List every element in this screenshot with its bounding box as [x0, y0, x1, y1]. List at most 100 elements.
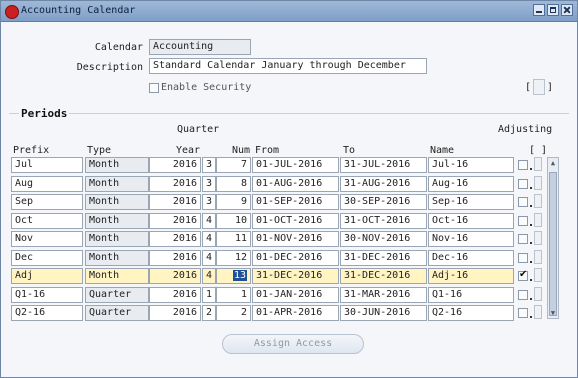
cell-from[interactable]: 01-OCT-2016 [252, 213, 339, 229]
cell-prefix[interactable]: Q2-16 [11, 305, 83, 321]
row-dff-field[interactable] [534, 157, 542, 171]
cell-prefix[interactable]: Jul [11, 157, 83, 173]
row-dff-field[interactable] [534, 176, 542, 190]
adjusting-checkbox[interactable] [518, 269, 528, 281]
cell-quarter[interactable]: 3 [202, 194, 216, 210]
description-field[interactable]: Standard Calendar January through Decemb… [149, 58, 427, 74]
cell-quarter[interactable]: 4 [202, 231, 216, 247]
cell-quarter[interactable]: 4 [202, 268, 216, 284]
cell-num[interactable]: 10 [216, 213, 251, 229]
cell-prefix[interactable]: Sep [11, 194, 83, 210]
row-dff-field[interactable] [534, 268, 542, 282]
cell-type[interactable]: Quarter [85, 287, 149, 303]
cell-to[interactable]: 30-SEP-2016 [340, 194, 427, 210]
enable-security-checkbox[interactable] [149, 83, 159, 93]
cell-quarter[interactable]: 2 [202, 305, 216, 321]
row-dff-field[interactable] [534, 305, 542, 319]
cell-num[interactable]: 13 [216, 268, 251, 284]
adjusting-checkbox[interactable] [518, 216, 528, 226]
cell-type[interactable]: Month [85, 176, 149, 192]
cell-name[interactable]: Aug-16 [428, 176, 514, 192]
adjusting-checkbox[interactable] [518, 253, 528, 263]
close-icon[interactable] [561, 4, 573, 16]
cell-name[interactable]: Jul-16 [428, 157, 514, 173]
adjusting-checkbox[interactable] [518, 160, 528, 170]
cell-name[interactable]: Oct-16 [428, 213, 514, 229]
cell-name[interactable]: Q1-16 [428, 287, 514, 303]
cell-num[interactable]: 11 [216, 231, 251, 247]
cell-quarter[interactable]: 3 [202, 176, 216, 192]
cell-quarter[interactable]: 4 [202, 250, 216, 266]
cell-type[interactable]: Quarter [85, 305, 149, 321]
cell-quarter[interactable]: 3 [202, 157, 216, 173]
adjusting-checkbox[interactable] [518, 197, 528, 207]
adjusting-checkbox[interactable] [518, 234, 528, 244]
adjusting-checkbox[interactable] [518, 290, 528, 300]
cell-num[interactable]: 9 [216, 194, 251, 210]
cell-year[interactable]: 2016 [149, 231, 201, 247]
cell-quarter[interactable]: 4 [202, 213, 216, 229]
cell-num[interactable]: 12 [216, 250, 251, 266]
cell-year[interactable]: 2016 [149, 287, 201, 303]
cell-from[interactable]: 01-DEC-2016 [252, 250, 339, 266]
row-dff-field[interactable] [534, 287, 542, 301]
cell-to[interactable]: 31-MAR-2016 [340, 287, 427, 303]
calendar-field[interactable]: Accounting [149, 39, 251, 55]
adjusting-checkbox[interactable] [518, 308, 528, 318]
cell-to[interactable]: 31-AUG-2016 [340, 176, 427, 192]
cell-quarter[interactable]: 1 [202, 287, 216, 303]
cell-from[interactable]: 01-APR-2016 [252, 305, 339, 321]
cell-to[interactable]: 30-JUN-2016 [340, 305, 427, 321]
cell-to[interactable]: 31-DEC-2016 [340, 250, 427, 266]
cell-prefix[interactable]: Dec [11, 250, 83, 266]
cell-year[interactable]: 2016 [149, 176, 201, 192]
cell-to[interactable]: 31-DEC-2016 [340, 268, 427, 284]
header-dff-field[interactable] [533, 79, 545, 95]
adjusting-checkbox[interactable] [518, 179, 528, 189]
assign-access-button[interactable]: Assign Access [222, 334, 364, 354]
cell-type[interactable]: Month [85, 194, 149, 210]
cell-name[interactable]: Sep-16 [428, 194, 514, 210]
cell-from[interactable]: 01-NOV-2016 [252, 231, 339, 247]
scroll-down-icon[interactable]: ▼ [548, 308, 558, 318]
cell-type[interactable]: Month [85, 231, 149, 247]
row-dff-field[interactable] [534, 194, 542, 208]
cell-name[interactable]: Dec-16 [428, 250, 514, 266]
cell-year[interactable]: 2016 [149, 250, 201, 266]
cell-year[interactable]: 2016 [149, 157, 201, 173]
cell-name[interactable]: Adj-16 [428, 268, 514, 284]
cell-from[interactable]: 01-SEP-2016 [252, 194, 339, 210]
cell-year[interactable]: 2016 [149, 305, 201, 321]
cell-num[interactable]: 2 [216, 305, 251, 321]
cell-prefix[interactable]: Q1-16 [11, 287, 83, 303]
cell-prefix[interactable]: Aug [11, 176, 83, 192]
cell-prefix[interactable]: Nov [11, 231, 83, 247]
cell-to[interactable]: 31-OCT-2016 [340, 213, 427, 229]
cell-from[interactable]: 01-AUG-2016 [252, 176, 339, 192]
cell-from[interactable]: 31-DEC-2016 [252, 268, 339, 284]
cell-year[interactable]: 2016 [149, 194, 201, 210]
cell-from[interactable]: 01-JAN-2016 [252, 287, 339, 303]
cell-to[interactable]: 31-JUL-2016 [340, 157, 427, 173]
cell-type[interactable]: Month [85, 157, 149, 173]
minimize-icon[interactable] [533, 4, 545, 16]
cell-type[interactable]: Month [85, 250, 149, 266]
row-dff-field[interactable] [534, 231, 542, 245]
cell-name[interactable]: Q2-16 [428, 305, 514, 321]
cell-num[interactable]: 8 [216, 176, 251, 192]
maximize-icon[interactable] [547, 4, 559, 16]
cell-num[interactable]: 7 [216, 157, 251, 173]
row-dff-field[interactable] [534, 213, 542, 227]
title-bar[interactable]: Accounting Calendar [1, 1, 577, 22]
cell-name[interactable]: Nov-16 [428, 231, 514, 247]
cell-to[interactable]: 30-NOV-2016 [340, 231, 427, 247]
cell-prefix[interactable]: Adj [11, 268, 83, 284]
cell-from[interactable]: 01-JUL-2016 [252, 157, 339, 173]
cell-type[interactable]: Month [85, 268, 149, 284]
cell-prefix[interactable]: Oct [11, 213, 83, 229]
scroll-thumb[interactable] [549, 172, 557, 316]
cell-year[interactable]: 2016 [149, 213, 201, 229]
cell-year[interactable]: 2016 [149, 268, 201, 284]
cell-type[interactable]: Month [85, 213, 149, 229]
scroll-up-icon[interactable]: ▲ [548, 158, 558, 168]
